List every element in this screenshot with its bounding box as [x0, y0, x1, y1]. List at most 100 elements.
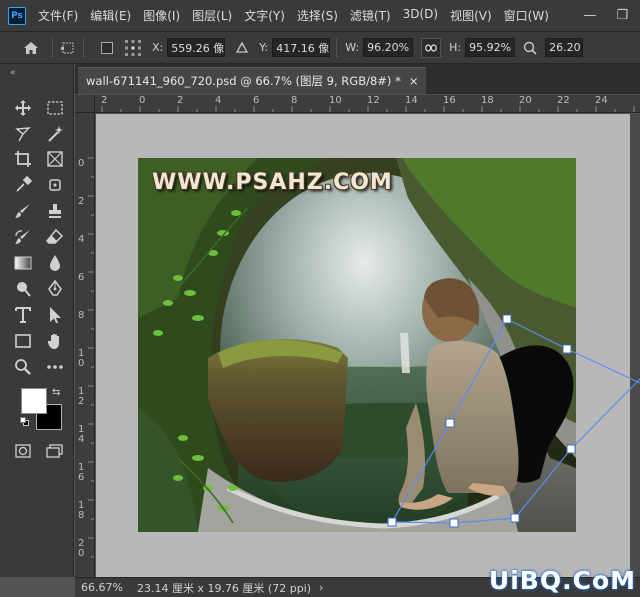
vertical-ruler[interactable]: 0 2 4 6 8 1 0 1 2 1 4 1 6 1 8 2 0	[75, 113, 95, 577]
ruler-label: 0	[139, 95, 146, 106]
document-tab-title: wall-671141_960_720.psd @ 66.7% (图层 9, R…	[86, 74, 401, 88]
pen-icon[interactable]	[44, 278, 66, 300]
crop-icon[interactable]	[12, 148, 34, 170]
stamp-icon[interactable]	[44, 200, 66, 222]
ruler-label: 1 0	[78, 348, 85, 369]
ps-logo-icon[interactable]: Ps	[8, 6, 26, 25]
menu-file[interactable]: 文件(F)	[32, 7, 84, 24]
marquee-icon[interactable]	[44, 97, 66, 119]
reference-point-icon[interactable]	[122, 39, 144, 57]
horizontal-ruler[interactable]: 2 0 2 4 6 8 10 12 14 16 18 20 22 24	[95, 95, 640, 113]
move-icon[interactable]	[12, 97, 34, 119]
document-size: 23.14 厘米 x 19.76 厘米 (72 ppi)	[136, 581, 312, 595]
ruler-label: 1 8	[78, 500, 85, 521]
ruler-label: 1 4	[78, 424, 85, 445]
ruler-label: 2	[101, 95, 108, 106]
path-select-icon[interactable]	[44, 304, 66, 326]
h-label: H:	[449, 41, 462, 54]
lasso-icon[interactable]	[12, 123, 34, 145]
default-colors-icon[interactable]	[20, 417, 29, 426]
y-label: Y:	[259, 41, 269, 54]
divider	[336, 37, 338, 58]
eraser-icon[interactable]	[44, 226, 66, 248]
rectangle-icon[interactable]	[12, 330, 34, 352]
ruler-label: 24	[595, 95, 608, 106]
ruler-label: 10	[329, 95, 342, 106]
magic-wand-icon[interactable]	[44, 123, 66, 145]
ruler-label: 8	[78, 310, 85, 321]
close-icon[interactable]: ×	[409, 74, 419, 88]
options-bar: X: 559.26 像素 Y: 417.16 像素 W: 96.20% H: 9…	[0, 32, 640, 64]
transform-icon[interactable]	[59, 39, 77, 57]
menu-edit[interactable]: 编辑(E)	[84, 7, 137, 24]
screen-mode-icon[interactable]	[44, 440, 66, 462]
menu-window[interactable]: 窗口(W)	[498, 7, 555, 24]
vertical-scrollbar[interactable]	[630, 114, 640, 577]
menu-bar: Ps 文件(F) 编辑(E) 图像(I) 图层(L) 文字(Y) 选择(S) 滤…	[0, 0, 640, 32]
blur-icon[interactable]	[44, 252, 66, 274]
y-field[interactable]: 417.16 像素	[272, 38, 331, 57]
ruler-label: 16	[443, 95, 456, 106]
type-icon[interactable]	[12, 304, 34, 326]
hand-icon[interactable]	[44, 330, 66, 352]
canvas-artwork	[138, 158, 576, 532]
eyedropper-icon[interactable]	[12, 174, 34, 196]
window-controls: — ❐	[583, 8, 640, 23]
ruler-label: 8	[291, 95, 298, 106]
more-icon[interactable]	[44, 356, 66, 378]
ruler-label: 14	[405, 95, 418, 106]
ruler-label: 0	[78, 158, 85, 169]
history-brush-icon[interactable]	[12, 226, 34, 248]
zoom-level[interactable]: 66.67%	[81, 581, 123, 594]
divider	[52, 37, 53, 58]
ruler-label: 4	[215, 95, 222, 106]
gradient-icon[interactable]	[12, 252, 34, 274]
ruler-label: 1 6	[78, 462, 85, 483]
ruler-label: 6	[253, 95, 260, 106]
menu-select[interactable]: 选择(S)	[291, 7, 344, 24]
angle-icon[interactable]	[521, 39, 539, 57]
minimize-icon[interactable]: —	[583, 8, 596, 23]
zoom-icon[interactable]	[12, 356, 34, 378]
w-field[interactable]: 96.20%	[363, 38, 414, 57]
menu-layer[interactable]: 图层(L)	[186, 7, 238, 24]
x-field[interactable]: 559.26 像素	[167, 38, 226, 57]
h-field[interactable]: 95.92%	[465, 38, 516, 57]
document-tab[interactable]: wall-671141_960_720.psd @ 66.7% (图层 9, R…	[78, 67, 427, 94]
link-icon[interactable]	[421, 37, 442, 58]
ruler-label: 18	[481, 95, 494, 106]
frame-icon[interactable]	[44, 148, 66, 170]
canvas-watermark: WWW.PSAHZ.COM	[152, 170, 393, 195]
menu: 文件(F) 编辑(E) 图像(I) 图层(L) 文字(Y) 选择(S) 滤镜(T…	[32, 7, 555, 24]
divider	[83, 37, 84, 58]
restore-icon[interactable]: ❐	[616, 8, 628, 23]
document-canvas[interactable]: WWW.PSAHZ.COM	[138, 158, 576, 532]
swap-colors-icon[interactable]: ⇆	[52, 387, 60, 398]
menu-filter[interactable]: 滤镜(T)	[344, 7, 397, 24]
ruler-label: 12	[367, 95, 380, 106]
photoshop-window: Ps 文件(F) 编辑(E) 图像(I) 图层(L) 文字(Y) 选择(S) 滤…	[0, 0, 640, 597]
ruler-label: 2	[177, 95, 184, 106]
ruler-label: 22	[557, 95, 570, 106]
menu-view[interactable]: 视图(V)	[444, 7, 498, 24]
ruler-label: 2	[78, 196, 85, 207]
status-menu-arrow[interactable]: ›	[319, 581, 323, 594]
menu-type[interactable]: 文字(Y)	[238, 7, 291, 24]
document-tab-bar: wall-671141_960_720.psd @ 66.7% (图层 9, R…	[75, 64, 640, 94]
ruler-label: 2 0	[78, 538, 85, 559]
quick-mask-icon[interactable]	[12, 440, 34, 462]
delta-icon[interactable]	[233, 39, 251, 57]
w-label: W:	[345, 41, 360, 54]
collapse-icon[interactable]: «	[10, 68, 16, 78]
menu-3d[interactable]: 3D(D)	[397, 7, 444, 24]
brush-icon[interactable]	[12, 200, 34, 222]
x-label: X:	[152, 41, 164, 54]
spot-heal-icon[interactable]	[44, 174, 66, 196]
foreground-color-swatch[interactable]	[21, 388, 47, 414]
menu-image[interactable]: 图像(I)	[137, 7, 186, 24]
ruler-label: 1 2	[78, 386, 85, 407]
dodge-icon[interactable]	[12, 278, 34, 300]
reference-point-checkbox[interactable]	[98, 39, 116, 57]
angle-field[interactable]: 26.20	[545, 38, 584, 57]
home-icon[interactable]	[16, 37, 46, 59]
